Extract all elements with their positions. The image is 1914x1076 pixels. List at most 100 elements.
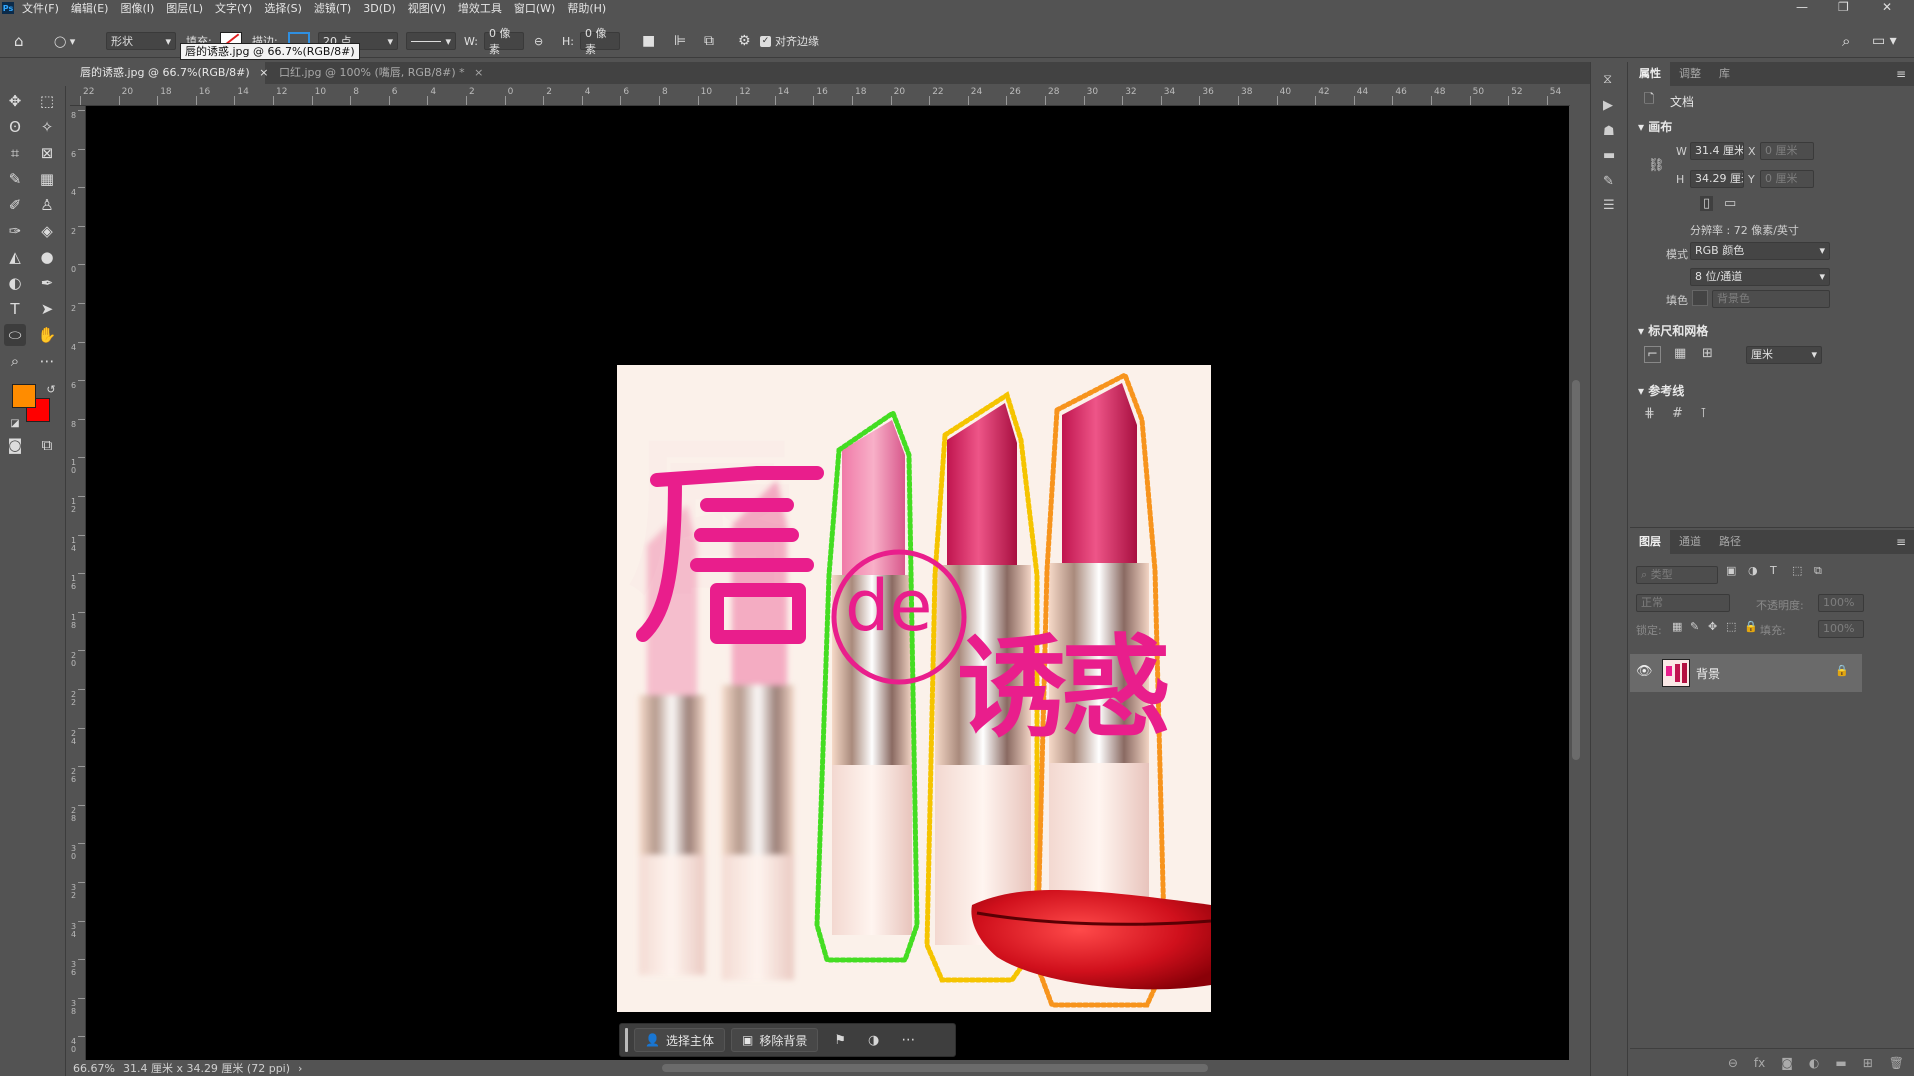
foreground-color-swatch[interactable] xyxy=(12,384,36,408)
link-chain-icon[interactable]: ⛓ xyxy=(1648,158,1665,173)
filter-shape-icon[interactable]: ⬚ xyxy=(1792,564,1802,577)
close-window-icon[interactable]: ✕ xyxy=(1882,0,1892,14)
close-tab-icon[interactable]: × xyxy=(259,66,268,79)
select-subject-button[interactable]: 👤 选择主体 xyxy=(634,1028,725,1052)
more-tools-icon[interactable]: ⋯ xyxy=(36,350,58,372)
rulers-grid-section-title[interactable]: ▾ 标尺和网格 xyxy=(1638,322,1708,339)
quick-mask-icon[interactable]: ◙ xyxy=(4,434,26,456)
vertical-scroll-thumb[interactable] xyxy=(1572,380,1580,760)
delete-layer-icon[interactable]: 🗑 xyxy=(1889,1056,1904,1070)
status-arrow-icon[interactable]: › xyxy=(298,1062,302,1075)
healing-brush-tool-icon[interactable]: ▦ xyxy=(36,168,58,190)
eyedropper-tool-icon[interactable]: ✎ xyxy=(4,168,26,190)
layer-row-background[interactable]: 👁 背景 🔒 xyxy=(1630,654,1862,692)
contrast-icon[interactable]: ◑ xyxy=(868,1033,879,1048)
menu-filter[interactable]: 滤镜(T) xyxy=(314,0,351,16)
restore-icon[interactable]: ❐ xyxy=(1838,0,1849,14)
flag-icon[interactable]: ⚑ xyxy=(834,1033,846,1048)
lasso-tool-icon[interactable]: ʘ xyxy=(4,116,26,138)
filter-pixel-icon[interactable]: ▣ xyxy=(1726,564,1736,577)
link-layers-icon[interactable]: ⊖ xyxy=(1728,1056,1738,1070)
comments-icon[interactable]: ▬ xyxy=(1603,148,1615,163)
lock-artboard-icon[interactable]: ⬚ xyxy=(1726,620,1736,633)
dodge-tool-icon[interactable]: ◐ xyxy=(4,272,26,294)
add-mask-icon[interactable]: ◙ xyxy=(1781,1056,1793,1070)
shape-mode-select[interactable]: 形状 ▾ xyxy=(106,32,176,50)
tab-properties[interactable]: 属性 xyxy=(1630,62,1670,86)
height-field[interactable]: 0 像素 xyxy=(580,27,620,56)
portrait-orientation-icon[interactable]: ▯ xyxy=(1700,196,1714,211)
tab-channels[interactable]: 通道 xyxy=(1670,530,1710,554)
layer-lock-icon[interactable]: 🔒 xyxy=(1835,664,1849,677)
menu-image[interactable]: 图像(I) xyxy=(120,0,154,16)
close-tab-icon[interactable]: × xyxy=(474,66,483,79)
pixel-grid-icon[interactable]: ⊞ xyxy=(1702,346,1713,361)
ellipse-tool-icon[interactable]: ⬭ xyxy=(4,324,26,346)
link-icon[interactable]: ⊖ xyxy=(534,32,543,50)
document-artwork[interactable]: de 诱惑 唇 xyxy=(617,365,1211,1012)
new-group-icon[interactable]: ▬ xyxy=(1835,1056,1846,1070)
menu-help[interactable]: 帮助(H) xyxy=(567,0,606,16)
guides-section-title[interactable]: ▾ 参考线 xyxy=(1638,382,1684,399)
guides-from-shape-icon[interactable]: ⊺ xyxy=(1700,406,1707,421)
default-colors-icon[interactable]: ◪ xyxy=(4,412,26,434)
magic-wand-tool-icon[interactable]: ✧ xyxy=(36,116,58,138)
search-icon[interactable]: ⌕ xyxy=(1842,32,1850,50)
zoom-tool-icon[interactable]: ⌕ xyxy=(4,350,26,372)
canvas-x-field[interactable]: 0 厘米 xyxy=(1760,142,1814,160)
workspace-icon[interactable]: ▭ ▾ xyxy=(1872,32,1897,50)
tab-layers[interactable]: 图层 xyxy=(1630,530,1670,554)
grid-toggle-icon[interactable]: ▦ xyxy=(1674,346,1686,361)
filter-type-icon[interactable]: T xyxy=(1770,564,1777,577)
bit-depth-select[interactable]: 8 位/通道 ▾ xyxy=(1690,268,1830,286)
lock-image-icon[interactable]: ✎ xyxy=(1690,620,1699,633)
paint-bucket-tool-icon[interactable]: ◭ xyxy=(4,246,26,268)
more-options-icon[interactable]: ⋯ xyxy=(901,1032,915,1048)
lock-all-icon[interactable]: 🔒 xyxy=(1744,620,1758,633)
ruler-toggle-icon[interactable]: ⌐ xyxy=(1644,346,1661,363)
canvas-height-field[interactable]: 34.29 厘米 xyxy=(1690,170,1744,188)
history-icon[interactable]: ⧖ xyxy=(1603,72,1612,87)
menu-select[interactable]: 选择(S) xyxy=(264,0,302,16)
marquee-tool-icon[interactable]: ⬚ xyxy=(36,90,58,112)
brush-settings-icon[interactable]: ✎ xyxy=(1603,174,1614,189)
blend-mode-select[interactable]: 正常 xyxy=(1636,594,1730,612)
ellipse-tool-preset-icon[interactable]: ◯ ▾ xyxy=(54,32,75,50)
canvas-area[interactable]: de 诱惑 唇 👤 选择主体 ▣ 移除背景 ⚑ ◑ ⋯ xyxy=(86,106,1569,1060)
crop-tool-icon[interactable]: ⌗ xyxy=(4,142,26,164)
frame-tool-icon[interactable]: ⊠ xyxy=(36,142,58,164)
fill-select[interactable]: 背景色 xyxy=(1712,290,1830,308)
brush-tool-icon[interactable]: ✐ xyxy=(4,194,26,216)
tab-adjustments[interactable]: 调整 xyxy=(1670,62,1710,86)
blur-tool-icon[interactable]: ● xyxy=(36,246,58,268)
menu-window[interactable]: 窗口(W) xyxy=(514,0,555,16)
adjustment-layer-icon[interactable]: ◐ xyxy=(1809,1056,1819,1070)
drag-handle[interactable] xyxy=(625,1028,628,1052)
clone-stamp-tool-icon[interactable]: ♙ xyxy=(36,194,58,216)
horizontal-scroll-thumb[interactable] xyxy=(662,1064,1208,1072)
tab-paths[interactable]: 路径 xyxy=(1710,530,1750,554)
tab-lip-temptation[interactable]: 唇的诱惑.jpg @ 66.7%(RGB/8#) × xyxy=(70,62,268,84)
adjustments-sliders-icon[interactable]: ☰ xyxy=(1603,198,1615,213)
color-mode-select[interactable]: RGB 颜色 ▾ xyxy=(1690,242,1830,260)
fill-color-swatch[interactable] xyxy=(1692,290,1708,306)
menu-layer[interactable]: 图层(L) xyxy=(166,0,203,16)
layer-filter-search[interactable]: ⌕ 类型 xyxy=(1636,566,1718,584)
menu-file[interactable]: 文件(F) xyxy=(22,0,59,16)
filter-smart-object-icon[interactable]: ⧉ xyxy=(1814,564,1822,578)
panel-menu-icon[interactable]: ≡ xyxy=(1896,67,1906,81)
fill-opacity-field[interactable]: 100% xyxy=(1818,620,1864,638)
menu-edit[interactable]: 编辑(E) xyxy=(71,0,109,16)
canvas-width-field[interactable]: 31.4 厘米 xyxy=(1690,142,1744,160)
new-layer-icon[interactable]: ⊞ xyxy=(1863,1056,1873,1070)
landscape-orientation-icon[interactable]: ▭ xyxy=(1724,196,1736,211)
menu-plugins[interactable]: 增效工具 xyxy=(458,0,502,16)
menu-3d[interactable]: 3D(D) xyxy=(363,2,396,15)
tab-lipstick[interactable]: 口红.jpg @ 100% (嘴唇, RGB/8#) * × xyxy=(269,62,483,84)
eraser-tool-icon[interactable]: ◈ xyxy=(36,220,58,242)
history-brush-tool-icon[interactable]: ✑ xyxy=(4,220,26,242)
menu-view[interactable]: 视图(V) xyxy=(408,0,446,16)
panel-menu-icon[interactable]: ≡ xyxy=(1896,535,1906,549)
home-icon[interactable]: ⌂ xyxy=(14,32,24,50)
minimize-icon[interactable]: — xyxy=(1796,0,1808,14)
